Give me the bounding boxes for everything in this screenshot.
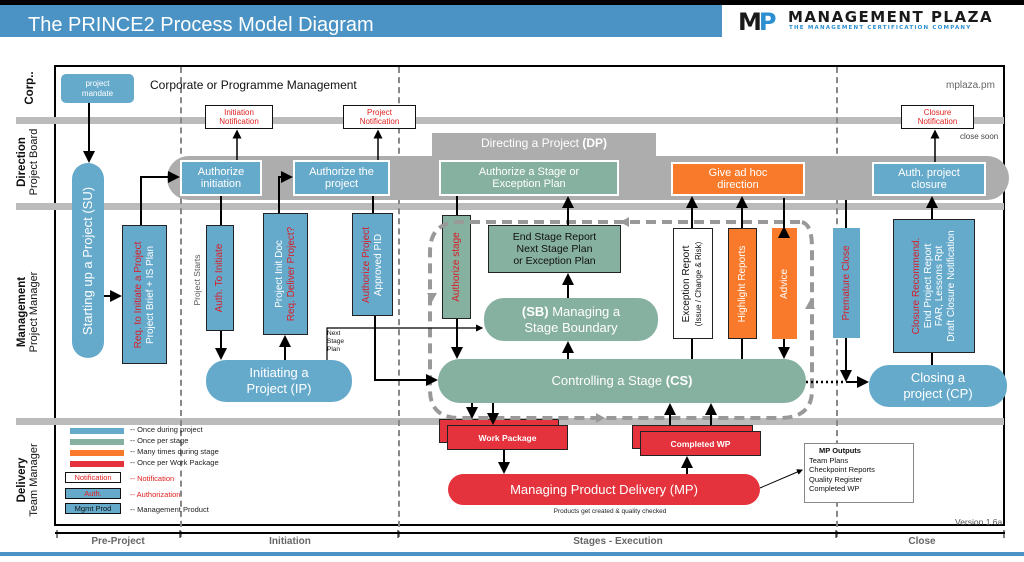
connector-layer (55, 103, 1005, 538)
stage-cycle-loop (428, 220, 814, 420)
loop-arrow-left (620, 217, 629, 227)
phase-bar (55, 530, 1005, 538)
bottom-border (0, 552, 1024, 556)
loop-arrow-right (596, 413, 605, 423)
